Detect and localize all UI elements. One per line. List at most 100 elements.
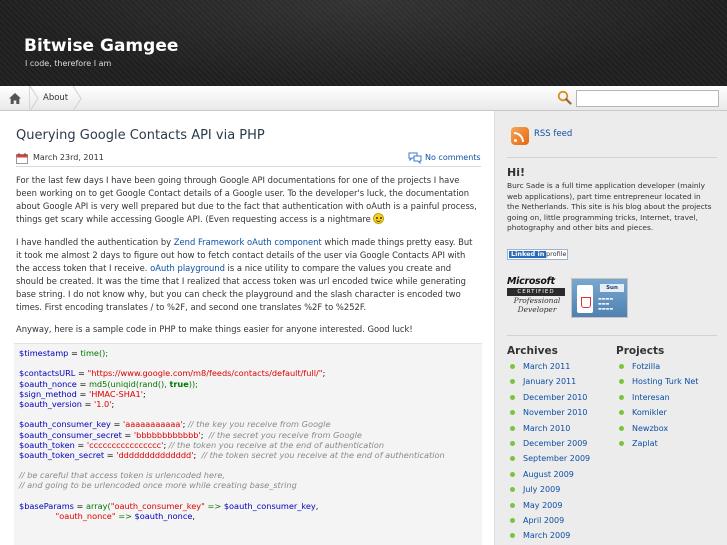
- code-line: "oauth_nonce" => $oauth_nonce,: [55, 511, 196, 521]
- archive-link[interactable]: July 2009: [523, 485, 560, 494]
- archives-list: March 2011 January 2011 December 2010 No…: [507, 361, 590, 545]
- archive-link[interactable]: April 2009: [523, 516, 564, 525]
- java-cup-icon: [577, 285, 593, 313]
- rss-icon[interactable]: [511, 127, 529, 145]
- archive-item[interactable]: November 2010: [507, 407, 590, 422]
- sidebar-divider: [507, 335, 717, 336]
- code-line: $baseParams = array("oauth_consumer_key"…: [19, 500, 319, 511]
- archive-link[interactable]: November 2010: [523, 408, 588, 417]
- post-paragraph: For the last few days I have been going …: [16, 174, 478, 226]
- project-item[interactable]: Komikler: [616, 407, 698, 422]
- archive-link[interactable]: March 2011: [523, 362, 570, 371]
- archive-item[interactable]: August 2009: [507, 469, 590, 484]
- code-line: $oauth_consumer_secret = 'bbbbbbbbbbbb';…: [19, 429, 362, 440]
- archive-link[interactable]: December 2010: [523, 393, 587, 402]
- archive-item[interactable]: December 2010: [507, 392, 590, 407]
- zend-oauth-link[interactable]: Zend Framework oAuth component: [174, 237, 322, 247]
- search-input[interactable]: [576, 90, 719, 107]
- project-link[interactable]: Komikler: [632, 408, 667, 417]
- bullet-icon: [619, 364, 624, 369]
- archive-link[interactable]: September 2009: [523, 454, 590, 463]
- code-block: $timestamp = time(); $contactsURL = "htt…: [14, 343, 482, 545]
- archive-item[interactable]: March 2010: [507, 423, 590, 438]
- bullet-icon: [510, 517, 515, 523]
- archive-link[interactable]: May 2009: [523, 501, 562, 510]
- about-text: Burc Sade is a full time application dev…: [507, 181, 712, 232]
- site-tagline: I code, therefore I am: [25, 59, 112, 68]
- archive-link[interactable]: January 2011: [523, 377, 576, 386]
- archive-item[interactable]: January 2011: [507, 376, 590, 391]
- search-icon[interactable]: [557, 90, 572, 105]
- developer-label: Developer: [517, 305, 557, 314]
- archive-link[interactable]: March 2010: [523, 424, 570, 433]
- bullet-icon: [619, 394, 624, 400]
- bullet-icon: [510, 425, 515, 431]
- bullet-icon: [510, 533, 515, 539]
- code-line: $sign_method = 'HMAC-SHA1';: [19, 388, 146, 399]
- bullet-icon: [510, 502, 515, 508]
- project-item[interactable]: Interesan: [616, 392, 698, 407]
- project-link[interactable]: Zaplat: [632, 439, 658, 448]
- project-link[interactable]: Newzbox: [632, 424, 668, 433]
- project-item[interactable]: Newzbox: [616, 423, 698, 438]
- nav-bar: About: [0, 86, 727, 111]
- paragraph-text: I have handled the authentication by: [16, 237, 174, 247]
- projects-heading: Projects: [616, 345, 665, 357]
- archive-item[interactable]: March 2009: [507, 530, 590, 545]
- sun-certified-java-badge: Sun ▬▬▬▬ ▬▬▬ ▬▬▬▬: [571, 278, 628, 318]
- comment-icon: [408, 152, 422, 164]
- archive-item[interactable]: July 2009: [507, 484, 590, 499]
- bullet-icon: [510, 440, 515, 446]
- archive-item[interactable]: May 2009: [507, 500, 590, 515]
- nav-separator: [73, 86, 82, 111]
- site-title[interactable]: Bitwise Gamgee: [24, 36, 178, 56]
- project-item[interactable]: Hosting Turk Net: [616, 376, 698, 391]
- microsoft-certified-badge: Microsoft CERTIFIED Professional Develop…: [507, 276, 567, 321]
- bullet-icon: [619, 379, 624, 385]
- linkedin-badge[interactable]: Linked in profile: [507, 249, 568, 260]
- linkedin-logo: Linked in: [509, 250, 547, 258]
- code-line: $oauth_token_secret = 'dddddddddddddd'; …: [19, 449, 445, 460]
- bullet-icon: [510, 394, 515, 400]
- bullet-icon: [510, 471, 515, 477]
- post-date: March 23rd, 2011: [33, 153, 104, 162]
- project-item[interactable]: Fotzilla: [616, 361, 698, 376]
- archive-link[interactable]: March 2009: [523, 531, 570, 540]
- project-link[interactable]: Hosting Turk Net: [632, 377, 698, 386]
- code-line: $oauth_version = '1.0';: [19, 398, 115, 409]
- smiley-icon: [373, 213, 385, 224]
- bullet-icon: [619, 425, 624, 431]
- bullet-icon: [619, 410, 624, 416]
- home-button[interactable]: [0, 86, 30, 111]
- archive-link[interactable]: August 2009: [523, 470, 574, 479]
- project-link[interactable]: Fotzilla: [632, 362, 660, 371]
- archive-link[interactable]: December 2009: [523, 439, 587, 448]
- rss-feed-link[interactable]: RSS feed: [534, 129, 572, 139]
- home-icon: [9, 93, 21, 104]
- nav-item-about[interactable]: About: [43, 93, 68, 103]
- project-item[interactable]: Zaplat: [616, 438, 698, 453]
- code-line: $oauth_nonce = md5(uniqid(rand(), true))…: [19, 378, 198, 389]
- comments-link[interactable]: No comments: [425, 153, 481, 162]
- project-link[interactable]: Interesan: [632, 393, 670, 402]
- archive-item[interactable]: March 2011: [507, 361, 590, 376]
- post-title[interactable]: Querying Google Contacts API via PHP: [16, 128, 265, 143]
- bullet-icon: [510, 487, 515, 493]
- sidebar-divider: [507, 157, 717, 158]
- bullet-icon: [510, 456, 515, 462]
- oauth-playground-link[interactable]: oAuth playground: [150, 263, 225, 273]
- main-content: Querying Google Contacts API via PHP Mar…: [0, 111, 493, 545]
- code-line: $oauth_token = 'cccccccccccccccc'; // th…: [19, 439, 385, 450]
- microsoft-logo: Microsoft: [507, 276, 555, 287]
- code-line: $timestamp = time();: [19, 348, 109, 358]
- archive-item[interactable]: December 2009: [507, 438, 590, 453]
- projects-list: Fotzilla Hosting Turk Net Interesan Komi…: [616, 361, 698, 453]
- paragraph-text: For the last few days I have been going …: [16, 175, 477, 224]
- archive-item[interactable]: April 2009: [507, 515, 590, 530]
- about-heading: Hi!: [507, 166, 525, 179]
- archive-item[interactable]: September 2009: [507, 453, 590, 468]
- post-paragraph: Anyway, here is a sample code in PHP to …: [16, 324, 413, 334]
